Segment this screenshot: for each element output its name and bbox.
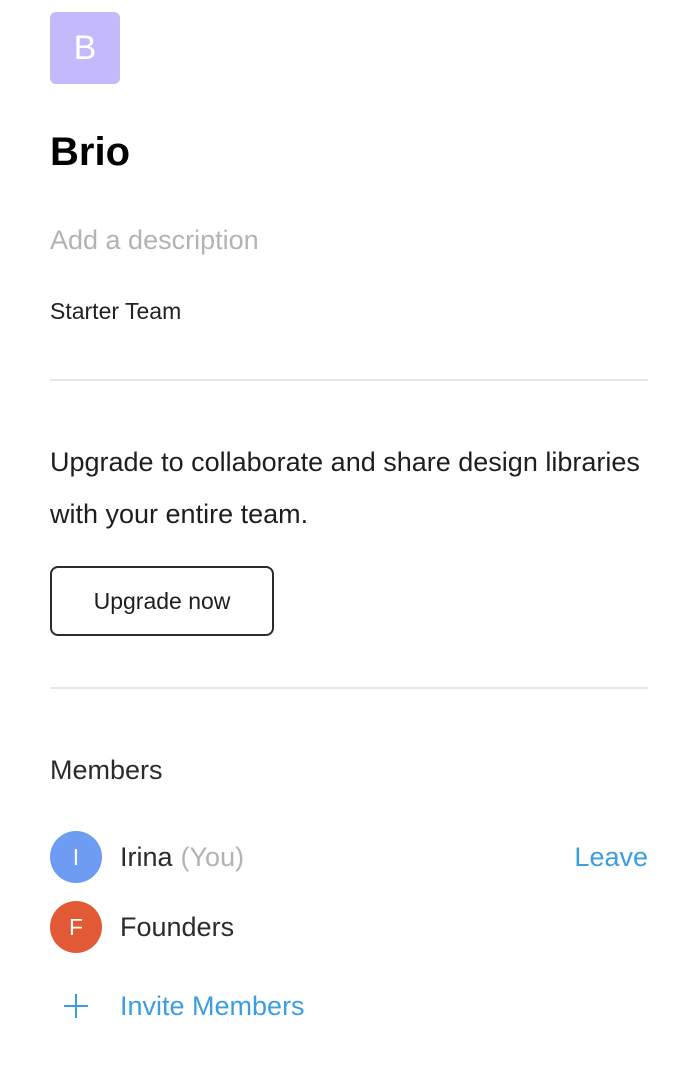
divider: [50, 687, 648, 689]
upgrade-now-button[interactable]: Upgrade now: [50, 566, 274, 636]
team-name: Brio: [50, 130, 130, 174]
invite-members-button[interactable]: Invite Members: [50, 980, 305, 1032]
member-row-founders[interactable]: F Founders: [50, 900, 648, 954]
you-tag: (You): [180, 841, 245, 872]
team-avatar-letter: B: [73, 28, 97, 67]
avatar: F: [50, 901, 102, 953]
description-field[interactable]: Add a description: [50, 222, 259, 258]
members-heading: Members: [50, 755, 163, 785]
divider: [50, 379, 648, 381]
member-name: Irina: [120, 841, 173, 872]
upgrade-message: Upgrade to collaborate and share design …: [50, 447, 640, 529]
member-name: Founders: [120, 911, 235, 942]
avatar: I: [50, 831, 102, 883]
plus-icon: [50, 980, 102, 1032]
avatar-initial: I: [72, 843, 80, 870]
invite-members-label: Invite Members: [120, 990, 305, 1021]
plan-label: Starter Team: [50, 298, 182, 324]
leave-link[interactable]: Leave: [574, 842, 648, 873]
team-avatar[interactable]: B: [50, 12, 120, 84]
member-row-irina: I Irina (You) Leave: [50, 830, 648, 884]
avatar-initial: F: [68, 913, 84, 940]
